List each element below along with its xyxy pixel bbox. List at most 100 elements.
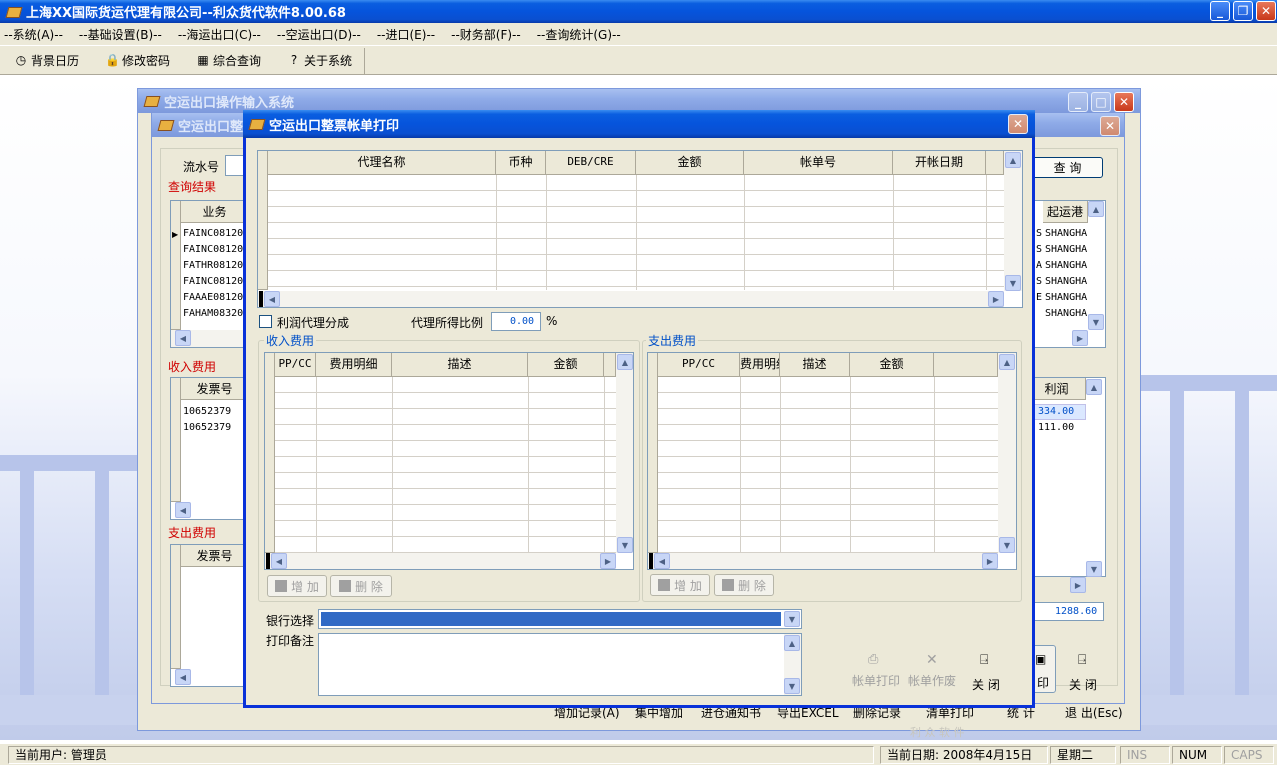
mid-income-col-invoice: 发票号 (180, 378, 250, 400)
result-mark-4: E (1036, 292, 1043, 303)
income-scroll-down-icon[interactable]: ▼ (617, 537, 633, 553)
chevron-down-icon[interactable]: ▼ (784, 611, 800, 627)
income-group-label: 收入费用 (264, 332, 317, 349)
income-scroll-left-icon[interactable]: ◀ (271, 553, 287, 569)
profit-share-checkbox[interactable] (259, 315, 272, 328)
agent-col-extra (986, 151, 1004, 175)
expense-scroll-left-icon[interactable]: ◀ (654, 553, 670, 569)
menu-basic-settings[interactable]: --基础设置(B)-- (79, 26, 162, 43)
result-row-2[interactable]: FATHR08120 (183, 260, 243, 271)
grid-icon: ▦ (197, 53, 209, 67)
result-port-0: SHANGHA (1045, 228, 1088, 239)
remark-scroll-up-icon[interactable]: ▲ (784, 635, 800, 651)
income-vscroll[interactable] (616, 353, 633, 553)
income-col-ppcc-text: PP/CC (278, 357, 312, 370)
agent-ratio-label: 代理所得比例 (411, 316, 484, 330)
expense-add-button[interactable]: 增 加 (650, 574, 710, 596)
watermark-text: 利 众 软 件 (910, 726, 965, 739)
mid-income-scroll-up-icon[interactable]: ▲ (1086, 379, 1102, 395)
agent-col-amount: 金额 (636, 151, 744, 175)
result-row-3[interactable]: FAINC08120 (183, 276, 243, 287)
expense-group-label: 支出费用 (646, 332, 699, 349)
mid-total-value: 1288.60 (1055, 606, 1098, 617)
results-scroll-right-icon[interactable]: ▶ (1072, 330, 1088, 346)
income-scroll-right-icon[interactable]: ▶ (600, 553, 616, 569)
result-row-4[interactable]: FAAAE08120 (183, 292, 243, 303)
exit-button[interactable]: 退 出(Esc) (1065, 704, 1123, 721)
change-password-button[interactable]: 🔒 修改密码 (105, 52, 170, 69)
agent-vscroll[interactable] (1004, 151, 1022, 291)
app-titlebar[interactable]: 上海XX国际货运代理有限公司--利众货代软件8.00.68 (0, 0, 1277, 23)
results-scroll-left-icon[interactable]: ◀ (175, 330, 191, 346)
result-row-0[interactable]: FAINC08120 (183, 228, 243, 239)
agent-scroll-down-icon[interactable]: ▼ (1005, 275, 1021, 291)
print-bill-button[interactable]: ⎙ 帐单打印 (848, 650, 904, 690)
minimize-button[interactable]: _ (1210, 1, 1230, 21)
agent-col-name: 代理名称 (268, 151, 496, 175)
income-delete-button[interactable]: 删 除 (330, 575, 392, 597)
income-hscroll[interactable] (265, 553, 616, 569)
results-scroll-down-icon[interactable]: ▼ (1088, 314, 1104, 330)
general-query-label: 综合查询 (213, 53, 262, 68)
menu-query-stats[interactable]: --查询统计(G)-- (537, 26, 621, 43)
expense-vscroll[interactable] (998, 353, 1016, 553)
income-grid-lines (275, 377, 616, 553)
remark-textarea[interactable]: ▲ ▼ (318, 633, 802, 696)
dialog-close-button[interactable]: ✕ (1008, 114, 1028, 134)
bg-minimize-button[interactable]: _ (1068, 92, 1088, 112)
mid-close-button[interactable]: ✕ (1100, 116, 1120, 136)
close-button[interactable]: ✕ (1256, 1, 1276, 21)
results-scroll-up-icon[interactable]: ▲ (1088, 201, 1104, 217)
expense-col-amount: 金额 (850, 353, 934, 377)
income-grid-row-indicator (265, 353, 275, 553)
toolbar-separator (364, 48, 365, 74)
mid-income-row-indicator (171, 378, 181, 502)
result-port-5: SHANGHA (1045, 308, 1088, 319)
menu-air-export[interactable]: --空运出口(D)-- (277, 26, 361, 43)
query-button[interactable]: 查 询 (1032, 157, 1103, 178)
restore-button[interactable]: ❐ (1233, 1, 1253, 21)
menu-finance[interactable]: --财务部(F)-- (451, 26, 521, 43)
agent-grid-vline-1 (496, 175, 497, 290)
crane-right (1140, 375, 1277, 391)
agent-col-amount-text: 金额 (677, 155, 702, 169)
mid-expense-scroll-left-icon[interactable]: ◀ (175, 669, 191, 685)
dialog-close-action-button[interactable]: ⍈ 关 闭 (966, 650, 1010, 692)
agent-scroll-up-icon[interactable]: ▲ (1005, 152, 1021, 168)
mid-close-window-button[interactable]: ⍈ 关 闭 (1062, 650, 1108, 694)
clock-icon: ◷ (15, 53, 27, 67)
income-add-button[interactable]: 增 加 (267, 575, 327, 597)
general-query-button[interactable]: ▦ 综合查询 (196, 52, 261, 69)
result-row-1[interactable]: FAINC08120 (183, 244, 243, 255)
mid-income-invoice-1[interactable]: 10652379 (183, 422, 231, 433)
mid-income-scroll-right-icon[interactable]: ▶ (1070, 577, 1086, 593)
mid-income-scroll-left-icon[interactable]: ◀ (175, 502, 191, 518)
expense-delete-button[interactable]: 删 除 (714, 574, 774, 596)
agent-scroll-left-icon[interactable]: ◀ (264, 291, 280, 307)
agent-scroll-right-icon[interactable]: ▶ (988, 291, 1004, 307)
menu-import[interactable]: --进口(E)-- (377, 26, 435, 43)
bg-maximize-button[interactable]: □ (1091, 92, 1111, 112)
remark-scroll-down-icon[interactable]: ▼ (784, 678, 800, 694)
bg-close-button[interactable]: ✕ (1114, 92, 1134, 112)
mid-income-invoice-0[interactable]: 10652379 (183, 406, 231, 417)
print-icon: ▣ (1035, 652, 1047, 666)
menu-sea-export[interactable]: --海运出口(C)-- (178, 26, 261, 43)
expense-scroll-up-icon[interactable]: ▲ (999, 354, 1015, 370)
agent-hscroll[interactable] (258, 291, 1004, 307)
about-button[interactable]: ? 关于系统 (287, 52, 352, 69)
income-col-amount: 金额 (528, 353, 604, 377)
menu-system[interactable]: --系统(A)-- (4, 26, 63, 43)
void-bill-button[interactable]: ✕ 帐单作废 (904, 650, 960, 690)
dialog-titlebar[interactable]: 空运出口整票帐单打印 (243, 110, 1035, 138)
mid-income-scroll-down-icon[interactable]: ▼ (1086, 561, 1102, 577)
income-scroll-up-icon[interactable]: ▲ (617, 354, 633, 370)
result-row-5[interactable]: FAHAM08320 (183, 308, 243, 319)
calendar-button[interactable]: ◷ 背景日历 (14, 52, 79, 69)
expense-hscroll[interactable] (648, 553, 998, 569)
income-vline-2 (392, 377, 393, 553)
crane-right-leg2 (1235, 390, 1249, 710)
expense-scroll-down-icon[interactable]: ▼ (999, 537, 1015, 553)
expense-scroll-right-icon[interactable]: ▶ (982, 553, 998, 569)
bank-select[interactable]: ▼ (318, 609, 802, 629)
